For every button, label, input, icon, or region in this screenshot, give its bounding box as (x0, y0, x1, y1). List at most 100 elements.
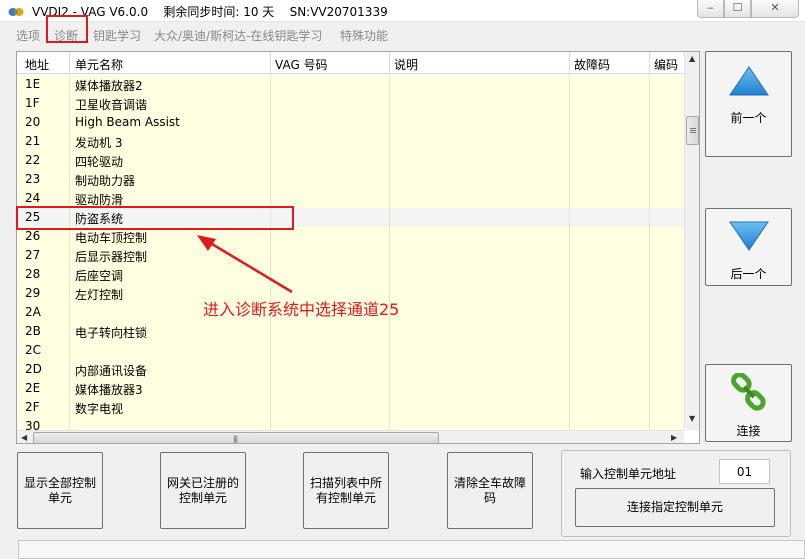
scan-all-units-button[interactable]: 扫描列表中所有控制单元 (303, 452, 389, 529)
column-gridline (389, 246, 390, 265)
show-all-units-button[interactable]: 显示全部控制单元 (17, 452, 103, 529)
column-gridline (649, 227, 650, 246)
column-gridline (389, 360, 390, 379)
column-separator (569, 52, 570, 74)
row-unit-name: 媒体播放器2 (75, 79, 143, 93)
table-row[interactable]: 1E 媒体播放器2 (17, 75, 684, 94)
scroll-left-icon[interactable]: ◀ (21, 433, 27, 442)
column-gridline (69, 303, 70, 322)
table-body: 1E 媒体播放器2 1F 卫星收音调谐 20 High Beam Assist 21 发动机 … (17, 75, 684, 432)
menu-special-functions[interactable]: 特殊功能 (340, 27, 388, 44)
table-row[interactable]: 1F 卫星收音调谐 (17, 94, 684, 113)
row-address: 2A (25, 305, 41, 319)
column-gridline (649, 113, 650, 132)
address-input[interactable] (719, 459, 770, 484)
row-address: 1E (25, 77, 41, 91)
column-gridline (569, 322, 570, 341)
column-gridline (270, 132, 271, 151)
column-gridline (649, 170, 650, 189)
column-gridline (270, 379, 271, 398)
column-gridline (649, 360, 650, 379)
table-row[interactable]: 22 四轮驱动 (17, 151, 684, 170)
menu-key-learning[interactable]: 钥匙学习 (93, 27, 141, 44)
column-gridline (270, 341, 271, 360)
next-button[interactable]: 后一个 (705, 208, 792, 286)
column-gridline (649, 303, 650, 322)
column-gridline (69, 246, 70, 265)
link-icon (731, 373, 766, 411)
column-gridline (649, 398, 650, 417)
column-gridline (69, 284, 70, 303)
table-row[interactable]: 28 后座空调 (17, 265, 684, 284)
row-unit-name: 电子转向柱锁 (75, 326, 148, 340)
row-address: 23 (25, 172, 41, 186)
menu-options[interactable]: 选项 (16, 27, 40, 44)
vertical-scrollbar[interactable]: ▲ ▼ (684, 52, 699, 430)
diagnosis-menu-highlight-box (46, 15, 88, 43)
row-unit-name: 后显示器控制 (75, 250, 148, 264)
column-gridline (389, 94, 390, 113)
clear-all-faults-label: 清除全车故障码 (453, 475, 526, 505)
row-address: 2E (25, 381, 41, 395)
maximize-icon: ☐ (732, 1, 743, 14)
gateway-registered-units-button[interactable]: 网关已注册的控制单元 (160, 452, 246, 529)
connect-specified-unit-button[interactable]: 连接指定控制单元 (575, 488, 775, 527)
table-row[interactable]: 23 制动助力器 (17, 170, 684, 189)
column-header-unit-name[interactable]: 单元名称 (75, 56, 123, 73)
column-gridline (389, 379, 390, 398)
column-gridline (389, 265, 390, 284)
column-gridline (569, 151, 570, 170)
row-address: 2D (25, 362, 42, 376)
table-row[interactable]: 20 High Beam Assist (17, 113, 684, 132)
column-gridline (569, 94, 570, 113)
column-header-address[interactable]: 地址 (25, 56, 49, 73)
column-gridline (649, 132, 650, 151)
row-address: 22 (25, 153, 41, 167)
column-gridline (69, 94, 70, 113)
next-button-label: 后一个 (730, 267, 767, 281)
app-logo-icon (8, 8, 24, 16)
column-gridline (649, 75, 650, 94)
row-unit-name: 媒体播放器3 (75, 383, 143, 397)
table-row[interactable]: 2E 媒体播放器3 (17, 379, 684, 398)
row-unit-name: 发动机 3 (75, 136, 123, 150)
close-button[interactable]: ✕ (751, 0, 799, 18)
previous-button[interactable]: 前一个 (705, 51, 792, 157)
column-header-coding[interactable]: 编码 (654, 56, 678, 73)
row-unit-name: 四轮驱动 (75, 155, 124, 169)
horizontal-scroll-thumb[interactable]: ||| (33, 432, 439, 443)
row-address: 2F (25, 400, 40, 414)
column-header-fault-code[interactable]: 故障码 (574, 56, 610, 73)
scroll-right-icon[interactable]: ▶ (671, 433, 677, 442)
column-gridline (569, 227, 570, 246)
column-header-vag-number[interactable]: VAG 号码 (275, 56, 328, 73)
table-row[interactable]: 2C (17, 341, 684, 360)
table-row[interactable]: 2D 内部通讯设备 (17, 360, 684, 379)
table-row[interactable]: 21 发动机 3 (17, 132, 684, 151)
minimize-button[interactable]: ‒ (697, 0, 724, 18)
connect-button[interactable]: 连接 (705, 364, 792, 442)
column-gridline (569, 398, 570, 417)
column-separator (649, 52, 650, 74)
menu-bar: 选项 诊断 钥匙学习 大众/奥迪/斯柯达-在线钥匙学习 特殊功能 (0, 23, 805, 45)
maximize-button[interactable]: ☐ (724, 0, 751, 18)
column-header-description[interactable]: 说明 (394, 56, 418, 73)
table-row[interactable]: 27 后显示器控制 (17, 246, 684, 265)
column-gridline (270, 75, 271, 94)
scroll-up-icon[interactable]: ▲ (689, 54, 695, 63)
column-gridline (569, 208, 570, 227)
connect-button-label: 连接 (736, 424, 761, 438)
scroll-down-icon[interactable]: ▼ (689, 414, 695, 423)
clear-all-faults-button[interactable]: 清除全车故障码 (447, 452, 533, 529)
menu-online-key-learning[interactable]: 大众/奥迪/斯柯达-在线钥匙学习 (154, 27, 322, 44)
column-gridline (389, 322, 390, 341)
column-gridline (69, 170, 70, 189)
table-row[interactable]: 2F 数字电视 (17, 398, 684, 417)
column-gridline (270, 170, 271, 189)
horizontal-scrollbar[interactable]: ◀ ||| ▶ (17, 430, 684, 443)
table-row[interactable]: 2B 电子转向柱锁 (17, 322, 684, 341)
vertical-scroll-thumb[interactable] (686, 116, 699, 145)
column-gridline (389, 132, 390, 151)
connect-specified-unit-label: 连接指定控制单元 (626, 500, 723, 514)
column-gridline (69, 151, 70, 170)
